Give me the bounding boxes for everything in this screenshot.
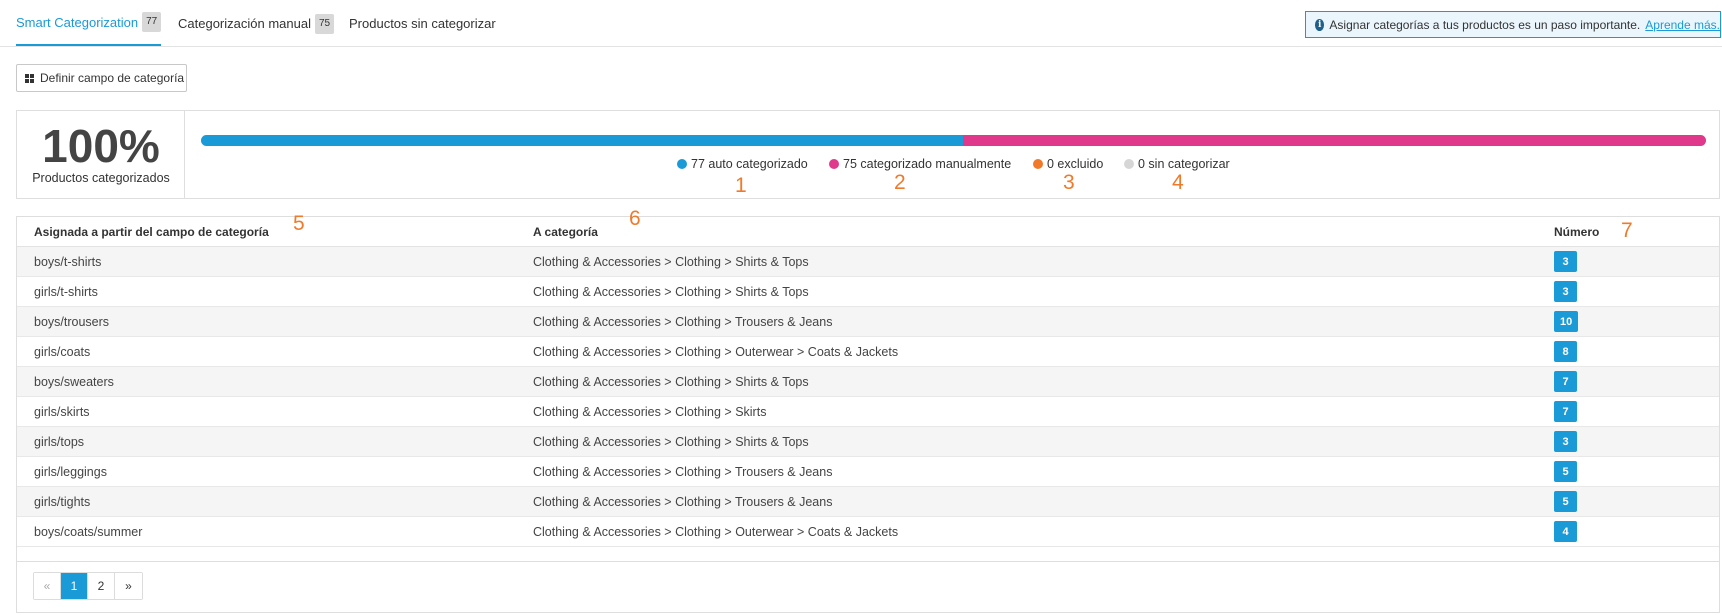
pagination-prev-button[interactable]: « — [34, 573, 61, 599]
learn-more-link[interactable]: Aprende más. — [1645, 18, 1720, 32]
count-badge[interactable]: 3 — [1554, 431, 1577, 452]
cell-source-field: girls/tops — [34, 435, 85, 449]
cell-source-field: boys/sweaters — [34, 375, 114, 389]
legend-manually-categorized: 75 categorizado manualmente — [829, 157, 1011, 171]
progress-legend: 77 auto categorizado 75 categorizado man… — [17, 157, 1721, 175]
legend-excluded: 0 excluido — [1033, 157, 1103, 171]
cell-target-category: Clothing & Accessories > Clothing > Oute… — [533, 525, 899, 539]
count-badge[interactable]: 5 — [1554, 491, 1577, 512]
tab-label: Smart Categorization — [16, 14, 139, 30]
table-row: girls/tights Clothing & Accessories > Clo… — [17, 487, 1719, 517]
info-text: Asignar categorías a tus productos es un… — [1329, 17, 1641, 32]
table-header: Asignada a partir del campo de categoría… — [17, 208, 1719, 247]
table-row: boys/coats/summer Clothing & Accessories … — [17, 517, 1719, 547]
annotation-marker: 3 — [1063, 171, 1075, 194]
table-row: girls/skirts Clothing & Accessories > Clo… — [17, 397, 1719, 427]
count-badge[interactable]: 5 — [1554, 461, 1577, 482]
cell-source-field: girls/coats — [34, 345, 91, 359]
tab-manual-categorization[interactable]: Categorización manual 75 — [178, 0, 335, 47]
cell-source-field: boys/trousers — [34, 315, 110, 329]
category-mapping-table: Asignada a partir del campo de categoría… — [16, 208, 1720, 613]
cell-target-category: Clothing & Accessories > Clothing > Skir… — [533, 405, 767, 419]
table-row: girls/tops Clothing & Accessories > Cloth… — [17, 427, 1719, 457]
pagination-next-button[interactable]: » — [115, 573, 142, 599]
pagination-page-1[interactable]: 1 — [61, 573, 88, 599]
count-badge[interactable]: 4 — [1554, 521, 1577, 542]
define-button-label: Definir campo de categoría — [40, 71, 185, 85]
table-row: boys/t-shirts Clothing & Accessories > Cl… — [17, 247, 1719, 277]
header-target-category: A categoría — [533, 225, 598, 239]
info-banner: i Asignar categorías a tus productos es … — [1305, 11, 1721, 38]
pagination-page-2[interactable]: 2 — [88, 573, 115, 599]
legend-dot-icon — [1033, 159, 1043, 169]
cell-source-field: boys/t-shirts — [34, 255, 102, 269]
tab-label: Productos sin categorizar — [349, 16, 496, 31]
header-count: Número — [1554, 225, 1600, 239]
tabs-bar: Smart Categorization 77 Categorización m… — [0, 0, 1722, 47]
categorization-progress-bar — [201, 135, 1706, 146]
info-icon: i — [1315, 18, 1325, 31]
annotation-marker: 6 — [629, 207, 641, 230]
count-badge[interactable]: 7 — [1554, 401, 1577, 422]
legend-dot-icon — [1124, 159, 1134, 169]
table-row: boys/sweaters Clothing & Accessories > Cl… — [17, 367, 1719, 397]
annotation-marker: 2 — [894, 171, 906, 194]
cell-target-category: Clothing & Accessories > Clothing > Oute… — [533, 345, 899, 359]
cell-target-category: Clothing & Accessories > Clothing > Shir… — [533, 375, 809, 389]
annotation-marker: 5 — [293, 212, 305, 235]
legend-uncategorized: 0 sin categorizar — [1124, 157, 1230, 171]
legend-label: 77 auto categorizado — [691, 157, 808, 171]
cell-target-category: Clothing & Accessories > Clothing > Shir… — [533, 285, 809, 299]
annotation-marker: 1 — [735, 174, 747, 197]
legend-label: 0 sin categorizar — [1138, 157, 1230, 171]
table-row: girls/coats Clothing & Accessories > Clot… — [17, 337, 1719, 367]
progress-segment-manual — [963, 135, 1706, 146]
define-category-field-button[interactable]: Definir campo de categoría — [16, 64, 187, 92]
table-row: boys/trousers Clothing & Accessories > Cl… — [17, 307, 1719, 337]
percent-box: 100% Productos categorizados — [17, 111, 185, 198]
tab-count-badge: 77 — [142, 12, 162, 32]
tab-count-badge: 75 — [314, 13, 335, 34]
legend-label: 0 excluido — [1047, 157, 1104, 171]
count-badge[interactable]: 7 — [1554, 371, 1577, 392]
legend-label: 75 categorizado manualmente — [843, 157, 1012, 171]
count-badge[interactable]: 3 — [1554, 281, 1577, 302]
cell-target-category: Clothing & Accessories > Clothing > Trou… — [533, 495, 833, 509]
table-footer-divider — [17, 561, 1719, 562]
cell-source-field: girls/skirts — [34, 405, 90, 419]
legend-dot-icon — [829, 159, 839, 169]
header-source-field: Asignada a partir del campo de categoría — [34, 225, 269, 239]
legend-dot-icon — [677, 159, 687, 169]
count-badge[interactable]: 3 — [1554, 251, 1577, 272]
cell-target-category: Clothing & Accessories > Clothing > Trou… — [533, 465, 833, 479]
cell-source-field: girls/tights — [34, 495, 91, 509]
categorization-stats-card: 100% Productos categorizados 77 auto cat… — [16, 110, 1720, 199]
cell-source-field: girls/leggings — [34, 465, 107, 479]
cell-source-field: girls/t-shirts — [34, 285, 98, 299]
cell-source-field: boys/coats/summer — [34, 525, 143, 539]
tab-label: Categorización manual — [178, 16, 311, 31]
count-badge[interactable]: 10 — [1554, 311, 1579, 332]
cell-target-category: Clothing & Accessories > Clothing > Trou… — [533, 315, 833, 329]
table-row: girls/leggings Clothing & Accessories > C… — [17, 457, 1719, 487]
cell-target-category: Clothing & Accessories > Clothing > Shir… — [533, 255, 809, 269]
count-badge[interactable]: 8 — [1554, 341, 1577, 362]
cell-target-category: Clothing & Accessories > Clothing > Shir… — [533, 435, 809, 449]
pagination: «1 2» — [33, 572, 143, 600]
grid-icon — [25, 73, 34, 83]
tab-uncategorized-products[interactable]: Productos sin categorizar — [349, 0, 496, 47]
annotation-marker: 4 — [1172, 171, 1184, 194]
annotation-marker: 7 — [1621, 219, 1633, 242]
tab-smart-categorization[interactable]: Smart Categorization 77 — [16, 0, 162, 46]
legend-auto-categorized: 77 auto categorizado — [677, 157, 808, 171]
table-row: girls/t-shirts Clothing & Accessories > C… — [17, 277, 1719, 307]
progress-segment-auto — [201, 135, 964, 146]
